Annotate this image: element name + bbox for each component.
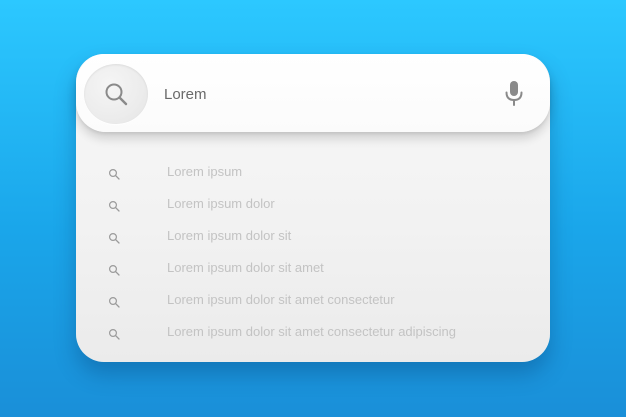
suggestion-item[interactable]: Lorem ipsum dolor sit amet — [76, 252, 550, 284]
suggestion-label: Lorem ipsum dolor sit amet — [167, 260, 324, 275]
search-bar — [76, 54, 550, 132]
search-icon — [108, 328, 120, 340]
search-icon — [108, 232, 120, 244]
search-icon — [108, 264, 120, 276]
suggestion-label: Lorem ipsum — [167, 164, 243, 179]
suggestion-item[interactable]: Lorem ipsum dolor sit amet consectetur a… — [76, 316, 550, 348]
search-button[interactable] — [84, 64, 148, 124]
suggestion-item[interactable]: Lorem ipsum dolor sit — [76, 220, 550, 252]
search-input[interactable] — [164, 79, 484, 109]
search-icon — [105, 83, 128, 106]
search-icon — [108, 200, 120, 212]
microphone-icon — [505, 81, 523, 106]
microphone-button[interactable] — [500, 78, 528, 110]
suggestion-item[interactable]: Lorem ipsum dolor — [76, 188, 550, 220]
suggestion-label: Lorem ipsum dolor sit amet consectetur — [167, 292, 395, 307]
search-icon — [108, 296, 120, 308]
suggestion-label: Lorem ipsum dolor sit amet consectetur a… — [167, 324, 457, 339]
suggestion-item[interactable]: Lorem ipsum dolor sit amet consectetur — [76, 284, 550, 316]
search-icon — [108, 168, 120, 180]
suggestion-label: Lorem ipsum dolor sit — [167, 228, 292, 243]
suggestion-item[interactable]: Lorem ipsum — [76, 156, 550, 188]
suggestion-list: Lorem ipsum Lorem ipsum dolor Lorem ipsu… — [76, 156, 550, 348]
suggestion-label: Lorem ipsum dolor — [167, 196, 275, 211]
